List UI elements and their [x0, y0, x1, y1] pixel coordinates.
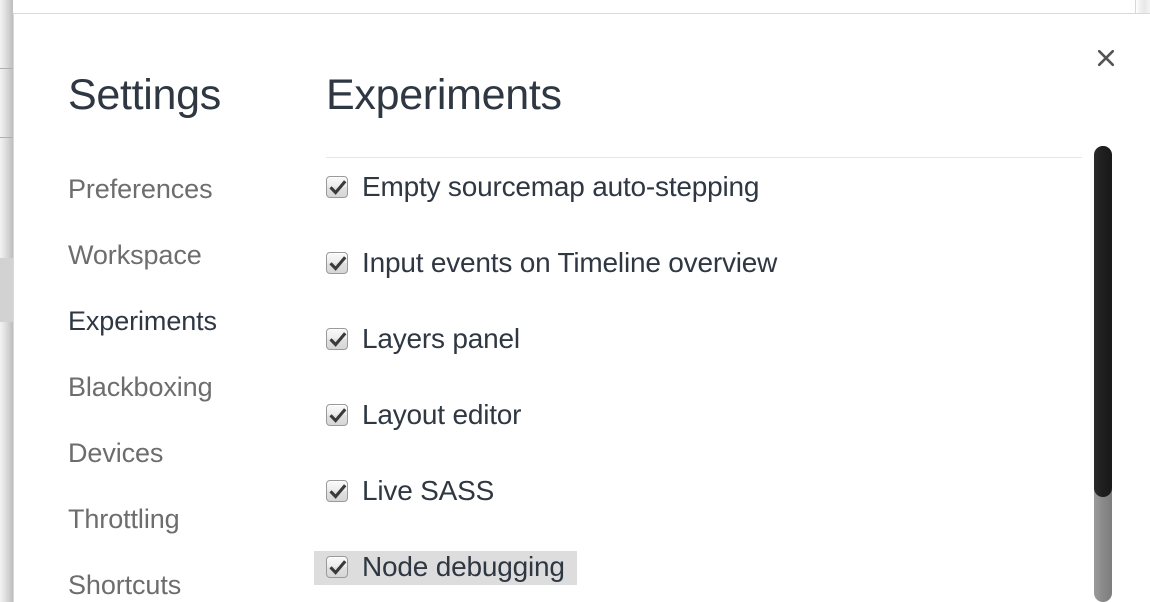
experiments-pane: Experiments Empty sourcemap auto-steppin…	[314, 14, 1150, 602]
background-divider-line	[0, 137, 13, 138]
sidebar-item-label: Preferences	[68, 173, 213, 204]
background-divider-line	[0, 68, 13, 69]
checkbox-icon[interactable]	[326, 480, 348, 502]
list-item: Node debugging	[314, 549, 1082, 602]
dialog-vertical-scrollbar[interactable]	[1090, 14, 1112, 602]
sidebar-item-shortcuts[interactable]: Shortcuts	[68, 552, 308, 602]
list-item: Input events on Timeline overview	[326, 245, 1082, 321]
experiment-row-layers-panel[interactable]: Layers panel	[314, 323, 532, 357]
sidebar-item-label: Experiments	[68, 305, 217, 336]
settings-dialog: Settings Preferences Workspace Experimen…	[13, 13, 1150, 602]
experiment-label: Layout editor	[362, 399, 522, 430]
settings-sidebar: Settings Preferences Workspace Experimen…	[56, 14, 306, 602]
checkbox-icon[interactable]	[326, 252, 348, 274]
sidebar-item-throttling[interactable]: Throttling	[68, 486, 308, 552]
list-item: Layers panel	[326, 321, 1082, 397]
sidebar-item-label: Workspace	[68, 239, 202, 270]
experiment-label: Empty sourcemap auto-stepping	[362, 171, 760, 202]
sidebar-nav-list: Preferences Workspace Experiments Blackb…	[68, 156, 308, 602]
list-item: Live SASS	[326, 473, 1082, 549]
sidebar-item-preferences[interactable]: Preferences	[68, 156, 308, 222]
sidebar-item-label: Devices	[68, 437, 164, 468]
experiments-list: Empty sourcemap auto-stepping Input even…	[314, 169, 1082, 602]
title-separator	[326, 157, 1082, 158]
sidebar-title: Settings	[68, 71, 221, 119]
experiment-row-node-debugging[interactable]: Node debugging	[314, 551, 577, 585]
experiment-row-empty-sourcemap-auto-stepping[interactable]: Empty sourcemap auto-stepping	[314, 171, 771, 205]
experiment-label: Node debugging	[362, 551, 565, 582]
sidebar-item-label: Shortcuts	[68, 569, 182, 600]
experiment-label: Layers panel	[362, 323, 520, 354]
checkbox-icon[interactable]	[326, 328, 348, 350]
experiment-row-live-sass[interactable]: Live SASS	[314, 475, 506, 509]
sidebar-item-label: Blackboxing	[68, 371, 213, 402]
sidebar-item-workspace[interactable]: Workspace	[68, 222, 308, 288]
experiment-label: Input events on Timeline overview	[362, 247, 778, 278]
experiment-row-layout-editor[interactable]: Layout editor	[314, 399, 533, 433]
checkbox-icon[interactable]	[326, 556, 348, 578]
sidebar-item-label: Throttling	[68, 503, 180, 534]
checkbox-icon[interactable]	[326, 176, 348, 198]
list-item: Layout editor	[326, 397, 1082, 473]
page-title: Experiments	[326, 71, 562, 119]
list-item: Empty sourcemap auto-stepping	[326, 169, 1082, 245]
experiment-label: Live SASS	[362, 475, 495, 506]
scrollbar-thumb[interactable]	[1094, 146, 1112, 497]
sidebar-item-experiments[interactable]: Experiments	[68, 288, 308, 354]
sidebar-item-blackboxing[interactable]: Blackboxing	[68, 354, 308, 420]
background-left-scrollbar-track[interactable]	[0, 258, 13, 322]
experiment-row-input-events-on-timeline-overview[interactable]: Input events on Timeline overview	[314, 247, 789, 281]
sidebar-item-devices[interactable]: Devices	[68, 420, 308, 486]
checkbox-icon[interactable]	[326, 404, 348, 426]
